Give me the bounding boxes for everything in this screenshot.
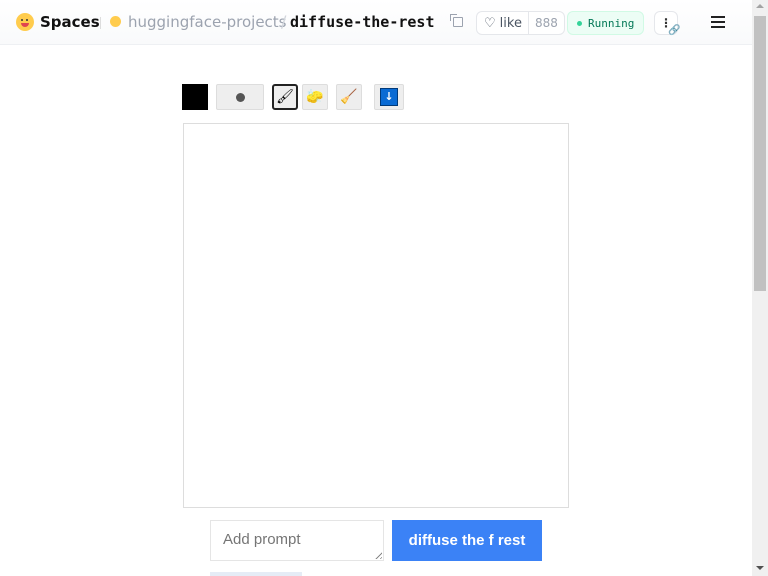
top-header: Spaces huggingface-projects / diffuse-th… bbox=[0, 0, 752, 45]
broom-icon: 🧹 bbox=[340, 89, 358, 105]
brush-size-button[interactable] bbox=[216, 84, 264, 110]
link-icon: 🔗 bbox=[668, 25, 681, 36]
vertical-scrollbar[interactable] bbox=[752, 0, 768, 576]
scroll-down-arrow-icon[interactable] bbox=[756, 566, 764, 570]
org-link[interactable]: huggingface-projects bbox=[128, 13, 287, 31]
like-toggle[interactable]: ♡ like bbox=[477, 12, 529, 34]
like-label: like bbox=[499, 15, 522, 31]
download-button[interactable]: ↓ bbox=[374, 84, 404, 110]
clear-broom-button[interactable]: 🧹 bbox=[336, 84, 362, 110]
eraser-tool-button[interactable]: 🧽 bbox=[302, 84, 328, 110]
org-avatar-icon bbox=[110, 16, 121, 27]
prompt-input[interactable] bbox=[210, 520, 384, 561]
download-icon: ↓ bbox=[380, 88, 398, 106]
like-count[interactable]: 888 bbox=[529, 12, 564, 34]
brush-size-dot-icon bbox=[235, 92, 245, 102]
hamburger-menu-icon[interactable] bbox=[711, 16, 725, 28]
status-text: Running bbox=[588, 16, 635, 30]
partial-element bbox=[210, 572, 302, 576]
heart-icon: ♡ bbox=[484, 15, 496, 31]
brush-icon: 🖌 bbox=[276, 89, 294, 105]
scroll-up-arrow-icon[interactable] bbox=[756, 4, 764, 8]
like-button[interactable]: ♡ like 888 bbox=[476, 11, 565, 35]
color-picker-swatch[interactable] bbox=[182, 84, 208, 110]
diffuse-button[interactable]: diffuse the f rest bbox=[392, 520, 542, 561]
path-separator: / bbox=[281, 12, 287, 31]
scrollbar-thumb[interactable] bbox=[754, 16, 766, 291]
copy-icon[interactable] bbox=[450, 14, 463, 27]
brush-tool-button[interactable]: 🖌 bbox=[272, 84, 298, 110]
repo-name-link[interactable]: diffuse-the-rest bbox=[290, 13, 435, 31]
divider bbox=[100, 17, 101, 29]
huggingface-logo-icon[interactable] bbox=[16, 13, 34, 31]
status-dot-icon bbox=[577, 20, 582, 26]
drawing-canvas[interactable] bbox=[183, 123, 569, 508]
spaces-link[interactable]: Spaces bbox=[40, 13, 100, 31]
eraser-icon: 🧽 bbox=[306, 89, 324, 105]
status-badge: Running bbox=[567, 11, 645, 35]
